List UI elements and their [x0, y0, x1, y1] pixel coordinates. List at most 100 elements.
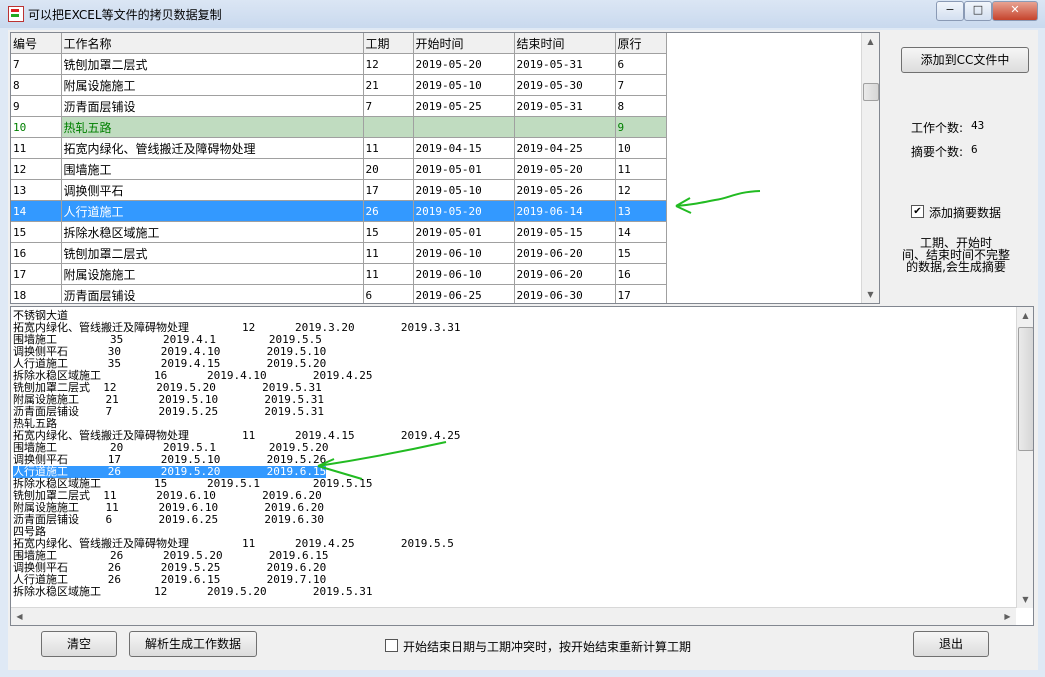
cell-orig-row[interactable]: 14 [615, 221, 667, 243]
cell-orig-row[interactable]: 7 [615, 74, 667, 96]
grid-row[interactable]: 16 铣刨加罩二层式 11 2019-06-10 2019-06-20 15 [11, 242, 667, 264]
scroll-right-arrow-icon[interactable]: ▶ [999, 608, 1016, 625]
cell-start[interactable]: 2019-06-10 [413, 263, 515, 285]
cell-id[interactable]: 12 [11, 158, 62, 180]
cell-duration[interactable]: 20 [363, 158, 414, 180]
cell-orig-row[interactable]: 13 [615, 200, 667, 222]
cell-start[interactable]: 2019-05-10 [413, 74, 515, 96]
cell-id[interactable]: 17 [11, 263, 62, 285]
cell-start[interactable]: 2019-05-20 [413, 53, 515, 75]
cell-orig-row[interactable]: 11 [615, 158, 667, 180]
cell-start[interactable] [413, 116, 515, 138]
cell-start[interactable]: 2019-05-25 [413, 95, 515, 117]
cell-id[interactable]: 13 [11, 179, 62, 201]
cell-name[interactable]: 人行道施工 [61, 200, 364, 222]
grid-row[interactable]: 18 沥青面层铺设 6 2019-06-25 2019-06-30 17 [11, 284, 667, 303]
column-header[interactable]: 开始时间 [413, 33, 515, 54]
cell-duration[interactable]: 11 [363, 242, 414, 264]
cell-name[interactable]: 拓宽内绿化、管线搬迁及障碍物处理 [61, 137, 364, 159]
cell-name[interactable]: 沥青面层铺设 [61, 95, 364, 117]
column-header[interactable]: 结束时间 [514, 33, 616, 54]
cell-id[interactable]: 9 [11, 95, 62, 117]
grid-row[interactable]: 11 拓宽内绿化、管线搬迁及障碍物处理 11 2019-04-15 2019-04-25… [11, 137, 667, 159]
cell-name[interactable]: 拆除水稳区域施工 [61, 221, 364, 243]
cell-orig-row[interactable]: 15 [615, 242, 667, 264]
cell-id[interactable]: 10 [11, 116, 62, 138]
cell-end[interactable]: 2019-05-30 [514, 74, 616, 96]
cell-duration[interactable]: 17 [363, 179, 414, 201]
cell-id[interactable]: 15 [11, 221, 62, 243]
grid-row[interactable]: 8 附属设施施工 21 2019-05-10 2019-05-30 7 [11, 74, 667, 96]
cell-duration[interactable]: 26 [363, 200, 414, 222]
scroll-down-arrow-icon[interactable]: ▼ [862, 286, 879, 303]
cell-id[interactable]: 14 [11, 200, 62, 222]
scroll-thumb[interactable] [1018, 327, 1033, 451]
cell-duration[interactable]: 15 [363, 221, 414, 243]
cell-duration[interactable]: 6 [363, 284, 414, 303]
scroll-thumb[interactable] [863, 83, 879, 101]
exit-button[interactable]: 退出 [913, 631, 989, 657]
cell-start[interactable]: 2019-06-25 [413, 284, 515, 303]
grid-row[interactable]: 10 热轧五路 9 [11, 116, 667, 138]
cell-name[interactable]: 调换侧平石 [61, 179, 364, 201]
cell-start[interactable]: 2019-05-01 [413, 158, 515, 180]
work-grid[interactable]: 编号 工作名称 工期 开始时间 结束时间 原行 7 铣刨加罩二层式 12 2019-0… [10, 32, 880, 304]
column-header[interactable]: 工作名称 [61, 33, 364, 54]
add-to-cc-button[interactable]: 添加到CC文件中 [901, 47, 1029, 73]
minimize-button[interactable]: − [936, 1, 964, 21]
grid-row[interactable]: 12 围墙施工 20 2019-05-01 2019-05-20 11 [11, 158, 667, 180]
cell-end[interactable] [514, 116, 616, 138]
grid-row[interactable]: 7 铣刨加罩二层式 12 2019-05-20 2019-05-31 6 [11, 53, 667, 75]
cell-id[interactable]: 11 [11, 137, 62, 159]
cell-duration[interactable]: 11 [363, 263, 414, 285]
close-button[interactable]: ✕ [992, 1, 1038, 21]
column-header[interactable]: 编号 [11, 33, 62, 54]
maximize-button[interactable]: □ [964, 1, 992, 21]
recalc-duration-checkbox[interactable] [385, 639, 398, 652]
cell-name[interactable]: 附属设施施工 [61, 74, 364, 96]
cell-start[interactable]: 2019-04-15 [413, 137, 515, 159]
cell-duration[interactable]: 11 [363, 137, 414, 159]
cell-end[interactable]: 2019-06-30 [514, 284, 616, 303]
cell-end[interactable]: 2019-05-31 [514, 95, 616, 117]
title-bar[interactable]: 可以把EXCEL等文件的拷贝数据复制 − □ ✕ [0, 0, 1045, 28]
cell-end[interactable]: 2019-05-31 [514, 53, 616, 75]
cell-end[interactable]: 2019-06-20 [514, 242, 616, 264]
scroll-up-arrow-icon[interactable]: ▲ [1017, 307, 1033, 324]
add-summary-checkbox[interactable]: ✔ [911, 205, 924, 218]
grid-row[interactable]: 9 沥青面层铺设 7 2019-05-25 2019-05-31 8 [11, 95, 667, 117]
text-horizontal-scrollbar[interactable]: ◀ ▶ [11, 607, 1016, 625]
cell-duration[interactable] [363, 116, 414, 138]
grid-row[interactable]: 14 人行道施工 26 2019-05-20 2019-06-14 13 [11, 200, 667, 222]
cell-start[interactable]: 2019-05-10 [413, 179, 515, 201]
cell-orig-row[interactable]: 10 [615, 137, 667, 159]
scroll-down-arrow-icon[interactable]: ▼ [1017, 591, 1033, 608]
cell-end[interactable]: 2019-05-26 [514, 179, 616, 201]
cell-duration[interactable]: 12 [363, 53, 414, 75]
cell-orig-row[interactable]: 12 [615, 179, 667, 201]
cell-id[interactable]: 16 [11, 242, 62, 264]
cell-id[interactable]: 18 [11, 284, 62, 303]
cell-name[interactable]: 附属设施施工 [61, 263, 364, 285]
cell-end[interactable]: 2019-06-20 [514, 263, 616, 285]
cell-start[interactable]: 2019-05-01 [413, 221, 515, 243]
cell-name[interactable]: 铣刨加罩二层式 [61, 242, 364, 264]
cell-start[interactable]: 2019-05-20 [413, 200, 515, 222]
column-header[interactable]: 工期 [363, 33, 414, 54]
cell-end[interactable]: 2019-05-20 [514, 158, 616, 180]
clear-button[interactable]: 清空 [41, 631, 117, 657]
cell-start[interactable]: 2019-06-10 [413, 242, 515, 264]
cell-orig-row[interactable]: 16 [615, 263, 667, 285]
cell-id[interactable]: 7 [11, 53, 62, 75]
cell-end[interactable]: 2019-06-14 [514, 200, 616, 222]
grid-row[interactable]: 15 拆除水稳区域施工 15 2019-05-01 2019-05-15 14 [11, 221, 667, 243]
cell-orig-row[interactable]: 6 [615, 53, 667, 75]
cell-orig-row[interactable]: 17 [615, 284, 667, 303]
cell-id[interactable]: 8 [11, 74, 62, 96]
cell-name[interactable]: 沥青面层铺设 [61, 284, 364, 303]
cell-name[interactable]: 围墙施工 [61, 158, 364, 180]
cell-orig-row[interactable]: 9 [615, 116, 667, 138]
paste-text-area[interactable]: 不锈钢大道 拓宽内绿化、管线搬迁及障碍物处理 12 2019.3.20 2019.… [10, 306, 1034, 626]
cell-name[interactable]: 热轧五路 [61, 116, 364, 138]
cell-end[interactable]: 2019-05-15 [514, 221, 616, 243]
